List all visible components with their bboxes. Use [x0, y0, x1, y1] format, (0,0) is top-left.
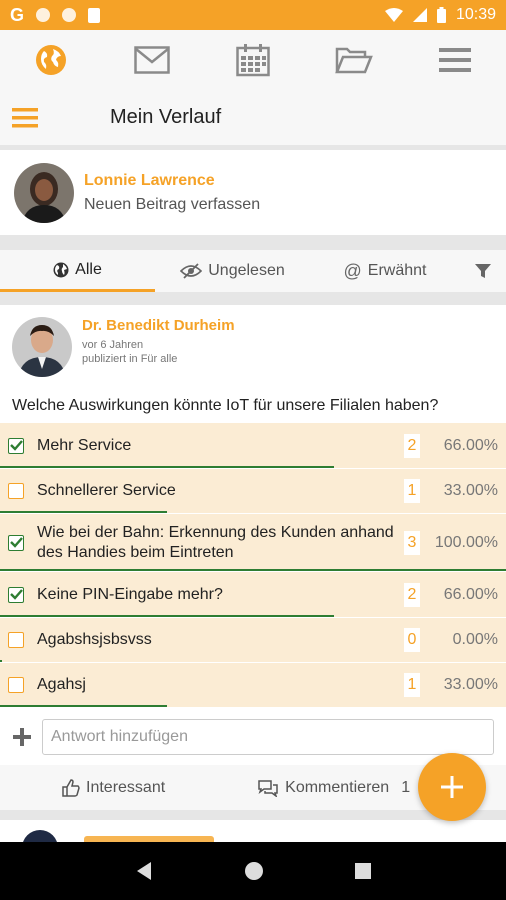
status-bar: G 10:39	[0, 0, 506, 30]
poll-option-count: 1	[404, 673, 420, 697]
poll-option[interactable]: Agabshsjsbsvss 0 0.00%	[0, 618, 506, 663]
avatar	[14, 162, 74, 223]
checkbox-checked-icon[interactable]	[8, 437, 24, 454]
poll-option-bar	[0, 660, 2, 662]
poll-option[interactable]: Agahsj 1 33.00%	[0, 663, 506, 708]
poll-option-percent: 33.00%	[443, 482, 498, 499]
poll-question: Welche Auswirkungen könnte IoT für unser…	[12, 397, 439, 414]
recents-icon[interactable]	[354, 863, 371, 879]
plus-icon	[441, 776, 463, 798]
filter-tabs: Alle Ungelesen @ Erwähnt	[0, 250, 506, 292]
tab-label: Ungelesen	[208, 262, 285, 279]
back-icon[interactable]	[135, 861, 153, 881]
poll-option-percent: 66.00%	[443, 436, 498, 454]
filter-icon	[475, 264, 491, 278]
post-author[interactable]: Dr. Benedikt Durheim	[82, 317, 235, 334]
folder-open-icon	[335, 47, 374, 74]
battery-icon	[436, 7, 446, 23]
checkbox-icon[interactable]	[8, 483, 24, 499]
tab-label: Erwähnt	[367, 262, 427, 279]
poll-option-label: Agabshsjsbsvss	[37, 631, 152, 648]
new-post-composer[interactable]: Lonnie Lawrence Neuen Beitrag verfassen	[0, 150, 506, 235]
nav-mail-button[interactable]	[127, 35, 177, 85]
tab-unread[interactable]: Ungelesen	[155, 250, 310, 292]
poll-options: Mehr Service 2 66.00% Schnellerer Service 1 3…	[0, 423, 506, 708]
poll-option[interactable]: Wie bei der Bahn: Erkennung des Kunden a…	[0, 514, 506, 572]
tab-all[interactable]: Alle	[0, 250, 155, 292]
eye-slash-icon	[180, 263, 203, 279]
post-visibility: publiziert in Für alle	[82, 353, 178, 365]
system-navigation-bar	[0, 842, 506, 900]
circle-icon	[62, 8, 77, 22]
wifi-icon	[384, 8, 403, 22]
poll-option[interactable]: Keine PIN-Eingabe mehr? 2 66.00%	[0, 572, 506, 618]
poll-option-bar	[0, 511, 167, 513]
home-icon[interactable]	[244, 861, 264, 881]
poll-option-bar	[0, 466, 334, 468]
poll-option-label: Agahsj	[37, 676, 86, 693]
post-card: Dr. Benedikt Durheim vor 6 Jahren publiz…	[0, 305, 506, 810]
globe-icon	[53, 262, 69, 277]
page-title: Mein Verlauf	[110, 106, 222, 128]
clock-text: 10:39	[455, 6, 496, 23]
post-time: vor 6 Jahren	[82, 339, 144, 351]
thumbs-up-icon	[62, 778, 80, 797]
filter-button[interactable]	[460, 250, 506, 292]
checkbox-icon[interactable]	[8, 632, 24, 648]
poll-option-count: 2	[404, 433, 420, 458]
nav-folder-button[interactable]	[329, 35, 379, 85]
signal-icon	[412, 8, 427, 22]
poll-option-label: Schnellerer Service	[37, 482, 176, 499]
poll-option-count: 0	[404, 628, 420, 652]
notification-icon	[36, 8, 51, 22]
checkbox-checked-icon[interactable]	[8, 586, 24, 603]
author-avatar[interactable]	[12, 317, 72, 377]
poll-option-bar	[0, 569, 506, 571]
tab-mentioned[interactable]: @ Erwähnt	[310, 250, 460, 292]
tab-label: Alle	[75, 260, 102, 278]
nav-globe-button[interactable]	[26, 35, 76, 85]
add-answer-input[interactable]	[42, 719, 494, 755]
poll-option-bar	[0, 705, 167, 707]
poll-option-bar	[0, 615, 334, 617]
poll-option[interactable]: Mehr Service 2 66.00%	[0, 423, 506, 469]
menu-icon	[439, 48, 472, 72]
composer-hint[interactable]: Neuen Beitrag verfassen	[84, 196, 260, 214]
top-navigation	[0, 30, 506, 90]
hamburger-icon	[12, 107, 38, 127]
at-icon: @	[343, 260, 362, 281]
poll-option-percent: 66.00%	[443, 585, 498, 603]
poll-option-percent: 33.00%	[443, 676, 498, 693]
nav-menu-button[interactable]	[430, 35, 480, 85]
poll-option-percent: 100.00%	[434, 533, 498, 551]
poll-option-percent: 0.00%	[452, 631, 498, 648]
add-answer-row	[0, 717, 506, 757]
nav-calendar-button[interactable]	[228, 35, 278, 85]
comment-count: 1	[401, 778, 411, 796]
poll-option-label: Wie bei der Bahn: Erkennung des Kunden a…	[37, 523, 394, 561]
globe-icon	[35, 45, 66, 75]
comment-button[interactable]: Kommentieren	[257, 779, 389, 797]
sim-icon	[88, 7, 101, 23]
plus-icon[interactable]	[12, 727, 32, 747]
checkbox-checked-icon[interactable]	[8, 534, 24, 551]
checkbox-icon[interactable]	[8, 677, 24, 693]
comment-label: Kommentieren	[285, 778, 390, 796]
comments-icon	[258, 779, 278, 797]
poll-option-count: 1	[404, 479, 420, 503]
poll-option-label: Mehr Service	[37, 436, 132, 454]
drawer-menu-button[interactable]	[0, 93, 50, 143]
like-label: Interessant	[86, 778, 166, 796]
poll-option[interactable]: Schnellerer Service 1 33.00%	[0, 469, 506, 514]
like-button[interactable]: Interessant	[62, 779, 165, 797]
google-icon: G	[10, 4, 25, 25]
poll-option-count: 3	[404, 530, 420, 555]
title-bar: Mein Verlauf	[0, 90, 506, 145]
poll-option-label: Keine PIN-Eingabe mehr?	[37, 585, 223, 603]
mail-icon	[134, 46, 170, 74]
calendar-icon	[236, 44, 270, 77]
poll-option-count: 2	[404, 582, 420, 607]
add-fab-button[interactable]	[418, 753, 486, 821]
composer-user-name: Lonnie Lawrence	[84, 171, 215, 189]
